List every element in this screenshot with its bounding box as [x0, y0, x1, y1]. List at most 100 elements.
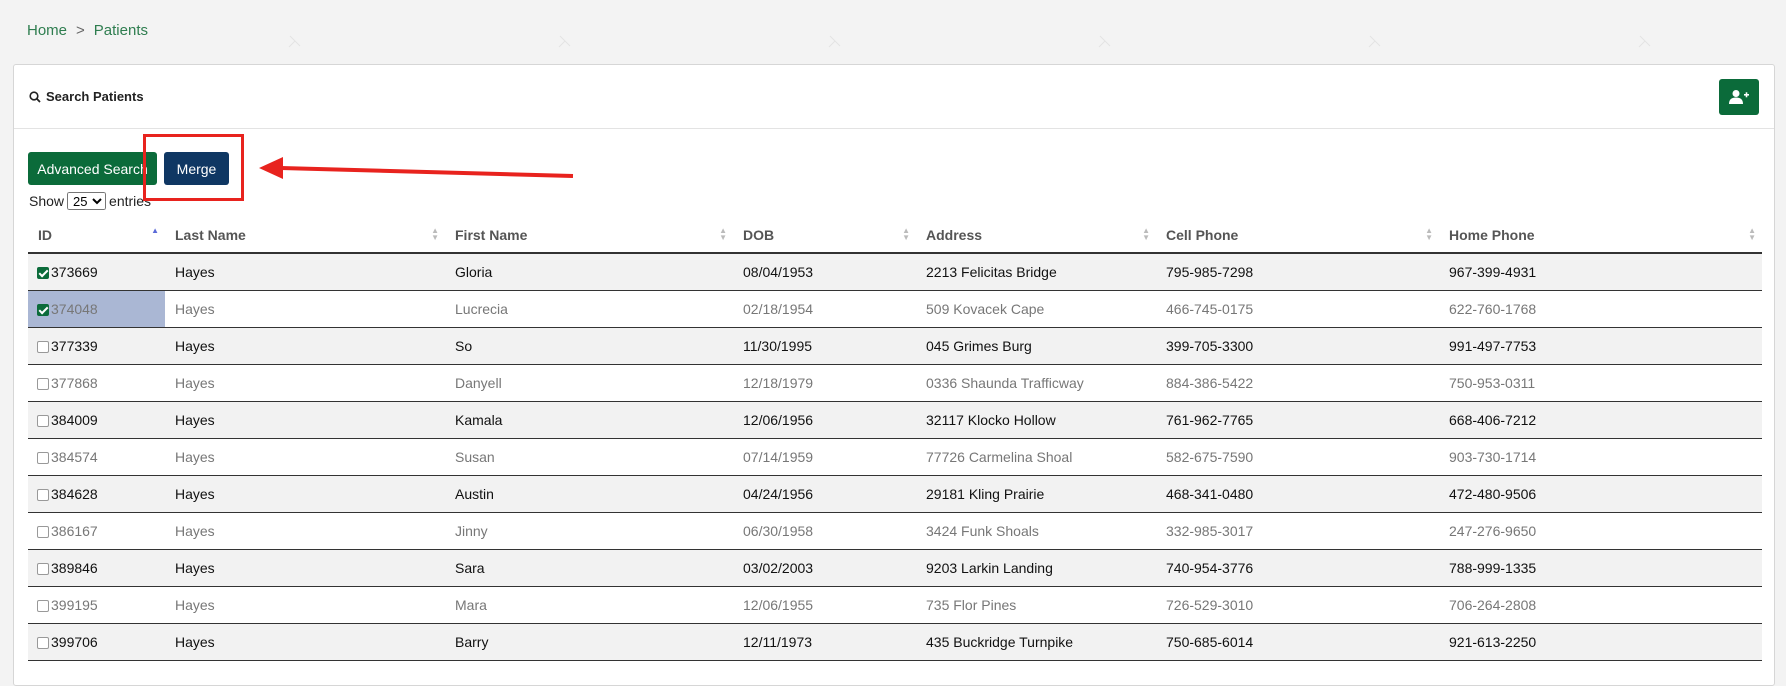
last-name-cell: Hayes — [165, 364, 445, 402]
first-name-cell: Barry — [445, 623, 733, 661]
first-name-cell: Kamala — [445, 401, 733, 439]
last-name-cell: Hayes — [165, 586, 445, 624]
address-cell: 32117 Klocko Hollow — [916, 401, 1156, 439]
id-cell: 384574 — [28, 438, 165, 476]
cell-phone-cell: 740-954-3776 — [1156, 549, 1439, 587]
patient-id: 386167 — [51, 523, 98, 539]
row-select-checkbox[interactable] — [37, 378, 49, 390]
last-name-cell: Hayes — [165, 475, 445, 513]
id-cell: 377339 — [28, 327, 165, 365]
dob-cell: 04/24/1956 — [733, 475, 916, 513]
last-name-cell: Hayes — [165, 290, 445, 328]
patient-id: 377868 — [51, 375, 98, 391]
column-header-label: ID — [38, 227, 52, 243]
dob-cell: 12/06/1955 — [733, 586, 916, 624]
entries-label: entries — [109, 193, 152, 209]
last-name-cell: Hayes — [165, 623, 445, 661]
sort-icon: ▲ ▼ — [719, 226, 727, 242]
dob-cell: 07/14/1959 — [733, 438, 916, 476]
table-row[interactable]: 377339 Hayes So 11/30/1995 045 Grimes Burg 39… — [28, 327, 1762, 365]
table-row[interactable]: 386167 Hayes Jinny 06/30/1958 3424 Funk Shoa… — [28, 512, 1762, 550]
row-select-checkbox[interactable] — [37, 341, 49, 353]
column-header-address[interactable]: Address ▲ ▼ — [916, 218, 1156, 254]
last-name-cell: Hayes — [165, 253, 445, 291]
patient-id: 384574 — [51, 449, 98, 465]
column-header-label: Cell Phone — [1166, 227, 1239, 243]
table-row[interactable]: 373669 Hayes Gloria 08/04/1953 2213 Felicita… — [28, 253, 1762, 291]
sort-icon: ▲ ▼ — [902, 226, 910, 242]
first-name-cell: Jinny — [445, 512, 733, 550]
row-select-checkbox[interactable] — [37, 563, 49, 575]
first-name-cell: Sara — [445, 549, 733, 587]
table-row[interactable]: 399706 Hayes Barry 12/11/1973 435 Buckridge … — [28, 623, 1762, 661]
table-header-row: ID ▲ Last Name ▲ ▼ First Name ▲ ▼ DOB ▲ ▼ Addre… — [28, 218, 1762, 254]
patient-id: 389846 — [51, 560, 98, 576]
sort-icon: ▲ ▼ — [1425, 226, 1433, 242]
table-row[interactable]: 374048 Hayes Lucrecia 02/18/1954 509 Kovacek… — [28, 290, 1762, 328]
column-header-first-name[interactable]: First Name ▲ ▼ — [445, 218, 733, 254]
advanced-search-button[interactable]: Advanced Search — [28, 152, 157, 185]
column-header-id[interactable]: ID ▲ — [28, 218, 165, 254]
table-row[interactable]: 384009 Hayes Kamala 12/06/1956 32117 Klocko … — [28, 401, 1762, 439]
card-title-text: Search Patients — [46, 89, 144, 104]
patient-id: 384009 — [51, 412, 98, 428]
last-name-cell: Hayes — [165, 512, 445, 550]
dob-cell: 12/18/1979 — [733, 364, 916, 402]
sort-icon: ▲ ▼ — [1142, 226, 1150, 242]
table-row[interactable]: 389846 Hayes Sara 03/02/2003 9203 Larkin Lan… — [28, 549, 1762, 587]
home-phone-cell: 706-264-2808 — [1439, 586, 1762, 624]
id-cell: 377868 — [28, 364, 165, 402]
card-title: Search Patients — [29, 89, 144, 104]
cell-phone-cell: 795-985-7298 — [1156, 253, 1439, 291]
breadcrumb-current[interactable]: Patients — [94, 22, 148, 39]
breadcrumb-separator: > — [76, 22, 85, 39]
address-cell: 29181 Kling Prairie — [916, 475, 1156, 513]
patient-id: 374048 — [51, 301, 98, 317]
address-cell: 0336 Shaunda Trafficway — [916, 364, 1156, 402]
patient-id: 373669 — [51, 264, 98, 280]
dob-cell: 08/04/1953 — [733, 253, 916, 291]
column-header-label: Address — [926, 227, 983, 243]
row-select-checkbox[interactable] — [37, 526, 49, 538]
row-select-checkbox[interactable] — [37, 267, 49, 279]
row-select-checkbox[interactable] — [37, 489, 49, 501]
column-header-home-phone[interactable]: Home Phone ▲ ▼ — [1439, 218, 1762, 254]
merge-button[interactable]: Merge — [164, 152, 229, 185]
id-cell: 373669 — [28, 253, 165, 291]
dob-cell: 11/30/1995 — [733, 327, 916, 365]
address-cell: 509 Kovacek Cape — [916, 290, 1156, 328]
last-name-cell: Hayes — [165, 327, 445, 365]
table-row[interactable]: 377868 Hayes Danyell 12/18/1979 0336 Shaunda… — [28, 364, 1762, 402]
page-length-control: Show 25 entries — [29, 192, 151, 210]
column-header-dob[interactable]: DOB ▲ ▼ — [733, 218, 916, 254]
first-name-cell: Gloria — [445, 253, 733, 291]
cell-phone-cell: 884-386-5422 — [1156, 364, 1439, 402]
patient-id: 384628 — [51, 486, 98, 502]
row-select-checkbox[interactable] — [37, 637, 49, 649]
show-label: Show — [29, 193, 65, 209]
cell-phone-cell: 466-745-0175 — [1156, 290, 1439, 328]
breadcrumb-home-link[interactable]: Home — [27, 22, 67, 39]
row-select-checkbox[interactable] — [37, 304, 49, 316]
id-cell: 389846 — [28, 549, 165, 587]
add-patient-button[interactable] — [1719, 78, 1759, 115]
home-phone-cell: 668-406-7212 — [1439, 401, 1762, 439]
page-length-select[interactable]: 25 — [67, 192, 107, 210]
card-header: Search Patients — [14, 65, 1774, 129]
table-row[interactable]: 399195 Hayes Mara 12/06/1955 735 Flor Pines 7… — [28, 586, 1762, 624]
annotation-arrow — [259, 157, 574, 179]
table-row[interactable]: 384628 Hayes Austin 04/24/1956 29181 Kling P… — [28, 475, 1762, 513]
patient-id: 377339 — [51, 338, 98, 354]
home-phone-cell: 472-480-9506 — [1439, 475, 1762, 513]
column-header-label: First Name — [455, 227, 528, 243]
column-header-label: Home Phone — [1449, 227, 1535, 243]
address-cell: 77726 Carmelina Shoal — [916, 438, 1156, 476]
row-select-checkbox[interactable] — [37, 452, 49, 464]
dob-cell: 03/02/2003 — [733, 549, 916, 587]
column-header-cell-phone[interactable]: Cell Phone ▲ ▼ — [1156, 218, 1439, 254]
row-select-checkbox[interactable] — [37, 600, 49, 612]
sort-icon: ▲ ▼ — [1748, 226, 1756, 242]
table-row[interactable]: 384574 Hayes Susan 07/14/1959 77726 Carmelin… — [28, 438, 1762, 476]
column-header-last-name[interactable]: Last Name ▲ ▼ — [165, 218, 445, 254]
row-select-checkbox[interactable] — [37, 415, 49, 427]
